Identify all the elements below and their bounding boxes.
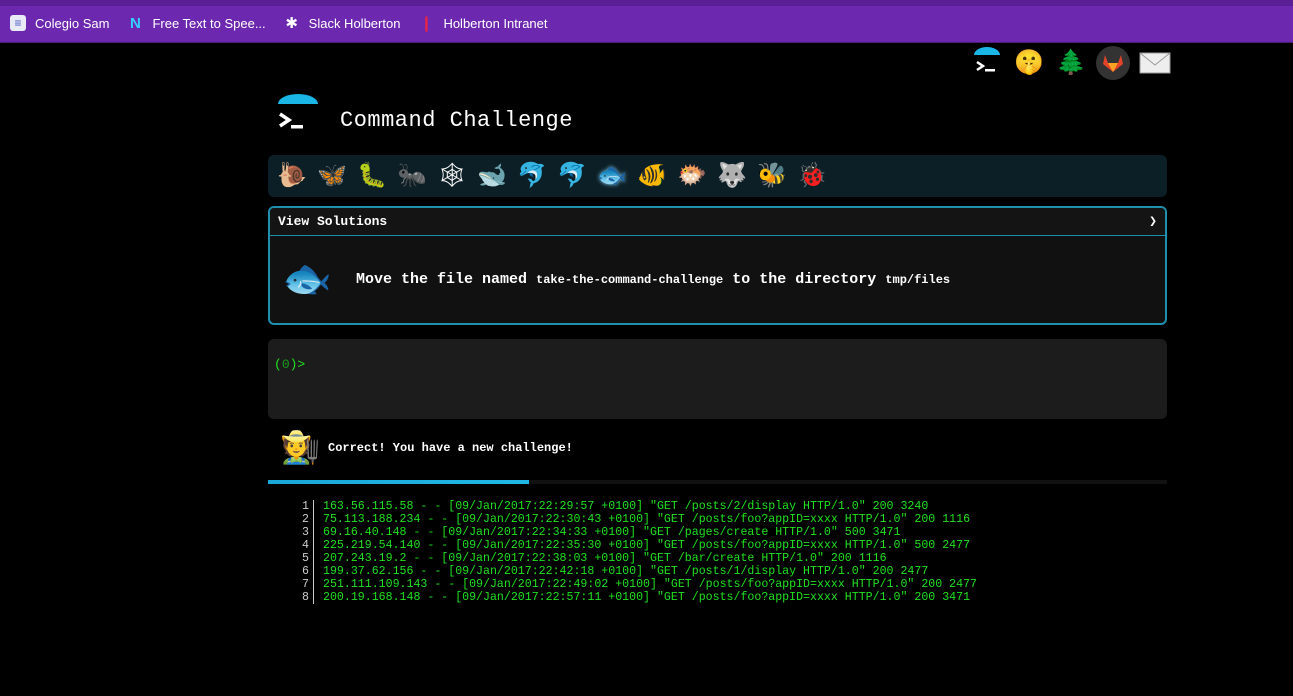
bookmark-holberton-intranet[interactable]: ❙ Holberton Intranet xyxy=(418,15,548,32)
progress-bar xyxy=(268,480,1167,484)
log-row: 6 199.37.62.156 - - [09/Jan/2017:22:42:18… xyxy=(296,565,977,578)
terminal-icon[interactable] xyxy=(970,46,1004,80)
page-title: Command Challenge xyxy=(340,108,573,133)
challenge-body: 🐟 Move the file named take-the-command-c… xyxy=(270,236,1165,323)
wolf-icon[interactable]: 🐺 xyxy=(716,160,748,192)
line-number: 2 xyxy=(296,513,314,526)
ant-icon[interactable]: 🐜 xyxy=(396,160,428,192)
snail-icon[interactable]: 🐌 xyxy=(276,160,308,192)
level-strip: 🐌 🦋 🐛 🐜 🕸 🐋 🐬 🐬 🐟 🐠 🐡 🐺 🐝 🐞 xyxy=(268,155,1167,197)
challenge-box: View Solutions ❯ 🐟 Move the file named t… xyxy=(268,206,1167,325)
log-line: 75.113.188.234 - - [09/Jan/2017:22:30:43… xyxy=(323,513,971,526)
tree-icon[interactable]: 🌲 xyxy=(1054,46,1088,80)
window-top-edge xyxy=(0,0,1293,6)
bookmark-free-text-to-speech[interactable]: N Free Text to Spee... xyxy=(127,14,266,32)
view-solutions-toggle[interactable]: View Solutions ❯ xyxy=(270,208,1165,236)
tropical-fish-icon[interactable]: 🐠 xyxy=(636,160,668,192)
log-line: 225.219.54.140 - - [09/Jan/2017:22:35:30… xyxy=(323,539,971,552)
slack-icon: ✱ xyxy=(285,15,298,32)
fish-icon: 🐟 xyxy=(282,259,332,305)
spider-web-icon[interactable]: 🕸 xyxy=(436,160,468,192)
log-line: 251.111.109.143 - - [09/Jan/2017:22:49:0… xyxy=(323,578,977,591)
shushing-face-icon[interactable]: 🤫 xyxy=(1012,46,1046,80)
line-number: 7 xyxy=(296,578,314,591)
chevron-right-icon: ❯ xyxy=(1149,214,1157,229)
blowfish-icon[interactable]: 🐡 xyxy=(676,160,708,192)
log-file: 1 163.56.115.58 - - [09/Jan/2017:22:29:57… xyxy=(296,500,977,604)
bookmark-label: Holberton Intranet xyxy=(443,15,548,31)
result-message: 🧑‍🌾 Correct! You have a new challenge! xyxy=(280,426,573,470)
progress-fill xyxy=(268,480,529,484)
command-challenge-logo[interactable] xyxy=(276,94,320,138)
log-line: 207.243.19.2 - - [09/Jan/2017:22:38:03 +… xyxy=(323,552,887,565)
ladybug-icon[interactable]: 🐞 xyxy=(796,160,828,192)
line-number: 5 xyxy=(296,552,314,565)
log-line: 200.19.168.148 - - [09/Jan/2017:22:57:11… xyxy=(323,591,971,604)
file-name: take-the-command-challenge xyxy=(536,273,724,287)
fish-icon[interactable]: 🐟 xyxy=(596,160,628,192)
log-row: 4 225.219.54.140 - - [09/Jan/2017:22:35:3… xyxy=(296,539,977,552)
bookmark-slack-holberton[interactable]: ✱ Slack Holberton xyxy=(284,15,401,32)
line-number: 6 xyxy=(296,565,314,578)
line-number: 3 xyxy=(296,526,314,539)
butterfly-icon[interactable]: 🦋 xyxy=(316,160,348,192)
view-solutions-label: View Solutions xyxy=(278,214,388,229)
log-row: 3 69.16.40.148 - - [09/Jan/2017:22:34:33 … xyxy=(296,526,977,539)
naturalreader-icon: N xyxy=(130,14,141,32)
mail-icon[interactable] xyxy=(1138,46,1172,80)
log-row: 2 75.113.188.234 - - [09/Jan/2017:22:30:4… xyxy=(296,513,977,526)
terminal-prompt: (0)> xyxy=(274,357,306,372)
log-line: 163.56.115.58 - - [09/Jan/2017:22:29:57 … xyxy=(323,500,929,513)
log-line: 199.37.62.156 - - [09/Jan/2017:22:42:18 … xyxy=(323,565,929,578)
log-row: 7 251.111.109.143 - - [09/Jan/2017:22:49:… xyxy=(296,578,977,591)
log-row: 8 200.19.168.148 - - [09/Jan/2017:22:57:1… xyxy=(296,591,977,604)
result-text: Correct! You have a new challenge! xyxy=(328,441,573,455)
farmer-avatar-icon: 🧑‍🌾 xyxy=(280,431,320,468)
dolphin-2-icon[interactable]: 🐬 xyxy=(556,160,588,192)
directory-name: tmp/files xyxy=(885,273,951,287)
line-number: 1 xyxy=(296,500,314,513)
line-number: 8 xyxy=(296,591,314,604)
log-line: 69.16.40.148 - - [09/Jan/2017:22:34:33 +… xyxy=(323,526,901,539)
top-nav-icons: 🤫 🌲 xyxy=(970,46,1172,80)
bookmark-label: Slack Holberton xyxy=(308,15,401,31)
challenge-description: Move the file named take-the-command-cha… xyxy=(356,271,951,288)
holberton-icon: ❙ xyxy=(420,15,433,32)
line-number: 4 xyxy=(296,539,314,552)
exit-code: 0 xyxy=(281,357,290,372)
whale-icon[interactable]: 🐋 xyxy=(476,160,508,192)
bookmark-label: Free Text to Spee... xyxy=(152,15,266,31)
bookmark-colegio-sam[interactable]: ≡ Colegio Sam xyxy=(10,15,109,31)
bookmark-label: Colegio Sam xyxy=(35,15,110,31)
gitlab-icon[interactable] xyxy=(1096,46,1130,80)
dolphin-icon[interactable]: 🐬 xyxy=(516,160,548,192)
bookmarks-bar: ≡ Colegio Sam N Free Text to Spee... ✱ S… xyxy=(0,0,1293,43)
log-row: 1 163.56.115.58 - - [09/Jan/2017:22:29:57… xyxy=(296,500,977,513)
bee-icon[interactable]: 🐝 xyxy=(756,160,788,192)
log-row: 5 207.243.19.2 - - [09/Jan/2017:22:38:03 … xyxy=(296,552,977,565)
caterpillar-icon[interactable]: 🐛 xyxy=(356,160,388,192)
docs-icon: ≡ xyxy=(10,15,26,31)
terminal-input[interactable]: (0)> xyxy=(268,339,1167,419)
